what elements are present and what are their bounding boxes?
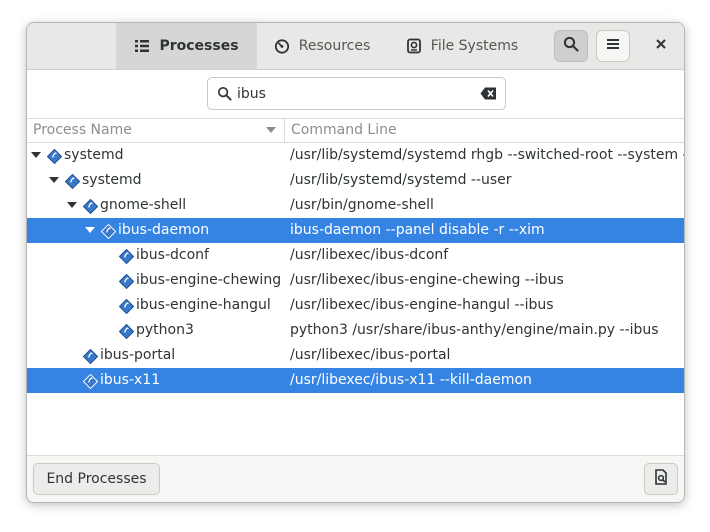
end-processes-button[interactable]: End Processes <box>33 463 160 495</box>
tab-processes[interactable]: Processes <box>116 23 257 69</box>
expander-icon[interactable] <box>67 202 77 208</box>
search-entry[interactable] <box>207 77 506 110</box>
column-header-label: Command Line <box>291 122 397 138</box>
sort-descending-icon <box>266 127 276 133</box>
column-header-label: Process Name <box>33 122 132 138</box>
process-name: gnome-shell <box>100 197 187 213</box>
column-header-command-line[interactable]: Command Line <box>285 119 684 142</box>
main-menu-button[interactable] <box>596 30 630 62</box>
list-icon <box>134 38 150 54</box>
table-row[interactable]: gnome-shell /usr/bin/gnome-shell <box>27 193 684 218</box>
table-row[interactable]: ibus-dconf /usr/libexec/ibus-dconf <box>27 243 684 268</box>
process-name: ibus-dconf <box>136 247 209 263</box>
tab-file-systems[interactable]: File Systems <box>387 23 537 69</box>
search-icon <box>217 86 232 105</box>
process-icon <box>82 348 99 365</box>
system-monitor-window: Processes Resources File Systems ibus Pr… <box>26 22 685 503</box>
table-row[interactable]: python3 python3 /usr/share/ibus-anthy/en… <box>27 318 684 343</box>
header-bar: Processes Resources File Systems <box>27 23 684 70</box>
close-icon <box>655 38 667 54</box>
process-name: systemd <box>82 172 142 188</box>
process-command: /usr/libexec/ibus-dconf <box>290 247 449 263</box>
process-icon <box>46 148 63 165</box>
process-command: /usr/libexec/ibus-x11 --kill-daemon <box>290 372 532 388</box>
process-icon <box>118 273 135 290</box>
table-row[interactable]: ibus-portal /usr/libexec/ibus-portal <box>27 343 684 368</box>
disk-icon <box>406 38 422 54</box>
expander-icon[interactable] <box>49 177 59 183</box>
table-row[interactable]: systemd /usr/lib/systemd/systemd rhgb --… <box>27 143 684 168</box>
tab-label: Processes <box>159 38 239 54</box>
process-icon <box>82 198 99 215</box>
process-icon <box>82 373 99 390</box>
process-command: ibus-daemon --panel disable -r --xim <box>290 222 545 238</box>
process-icon <box>118 323 135 340</box>
tab-resources[interactable]: Resources <box>257 23 387 69</box>
process-name: ibus-engine-chewing <box>136 272 282 288</box>
search-icon <box>563 36 579 56</box>
process-name: ibus-x11 <box>100 372 161 388</box>
table-row-selected[interactable]: ibus-daemon ibus-daemon --panel disable … <box>27 218 684 243</box>
process-command: /usr/bin/gnome-shell <box>290 197 434 213</box>
process-name: python3 <box>136 322 194 338</box>
process-name: systemd <box>64 147 124 163</box>
process-command: /usr/libexec/ibus-portal <box>290 347 451 363</box>
column-header-row: Process Name Command Line <box>27 118 684 143</box>
table-row[interactable]: ibus-engine-chewing /usr/libexec/ibus-en… <box>27 268 684 293</box>
expander-icon[interactable] <box>31 152 41 158</box>
table-row[interactable]: ibus-engine-hangul /usr/libexec/ibus-eng… <box>27 293 684 318</box>
process-icon <box>64 173 81 190</box>
tab-label: Resources <box>298 38 371 54</box>
expander-icon[interactable] <box>85 227 95 233</box>
process-command: /usr/lib/systemd/systemd rhgb --switched… <box>290 147 684 163</box>
action-bar: End Processes <box>27 455 684 502</box>
process-icon <box>118 298 135 315</box>
close-button[interactable] <box>646 30 676 62</box>
process-command: /usr/libexec/ibus-engine-hangul --ibus <box>290 297 554 313</box>
hamburger-menu-icon <box>605 36 621 56</box>
process-command: /usr/lib/systemd/systemd --user <box>290 172 512 188</box>
column-header-process-name[interactable]: Process Name <box>27 119 285 142</box>
process-command: /usr/libexec/ibus-engine-chewing --ibus <box>290 272 564 288</box>
process-name: ibus-daemon <box>118 222 210 238</box>
tab-label: File Systems <box>430 38 519 54</box>
search-input[interactable] <box>237 83 467 105</box>
clear-search-icon[interactable] <box>480 87 497 104</box>
process-icon <box>118 248 135 265</box>
process-command: python3 /usr/share/ibus-anthy/engine/mai… <box>290 322 659 338</box>
process-icon <box>100 223 117 240</box>
table-row-selected[interactable]: ibus-x11 /usr/libexec/ibus-x11 --kill-da… <box>27 368 684 393</box>
process-properties-button[interactable] <box>644 463 678 495</box>
process-name: ibus-portal <box>100 347 176 363</box>
search-bar <box>27 70 684 118</box>
search-toggle-button[interactable] <box>554 30 588 62</box>
process-tree[interactable]: systemd /usr/lib/systemd/systemd rhgb --… <box>27 143 684 455</box>
document-properties-icon <box>653 469 669 489</box>
table-row[interactable]: systemd /usr/lib/systemd/systemd --user <box>27 168 684 193</box>
process-name: ibus-engine-hangul <box>136 297 271 313</box>
gauge-icon <box>274 38 290 54</box>
